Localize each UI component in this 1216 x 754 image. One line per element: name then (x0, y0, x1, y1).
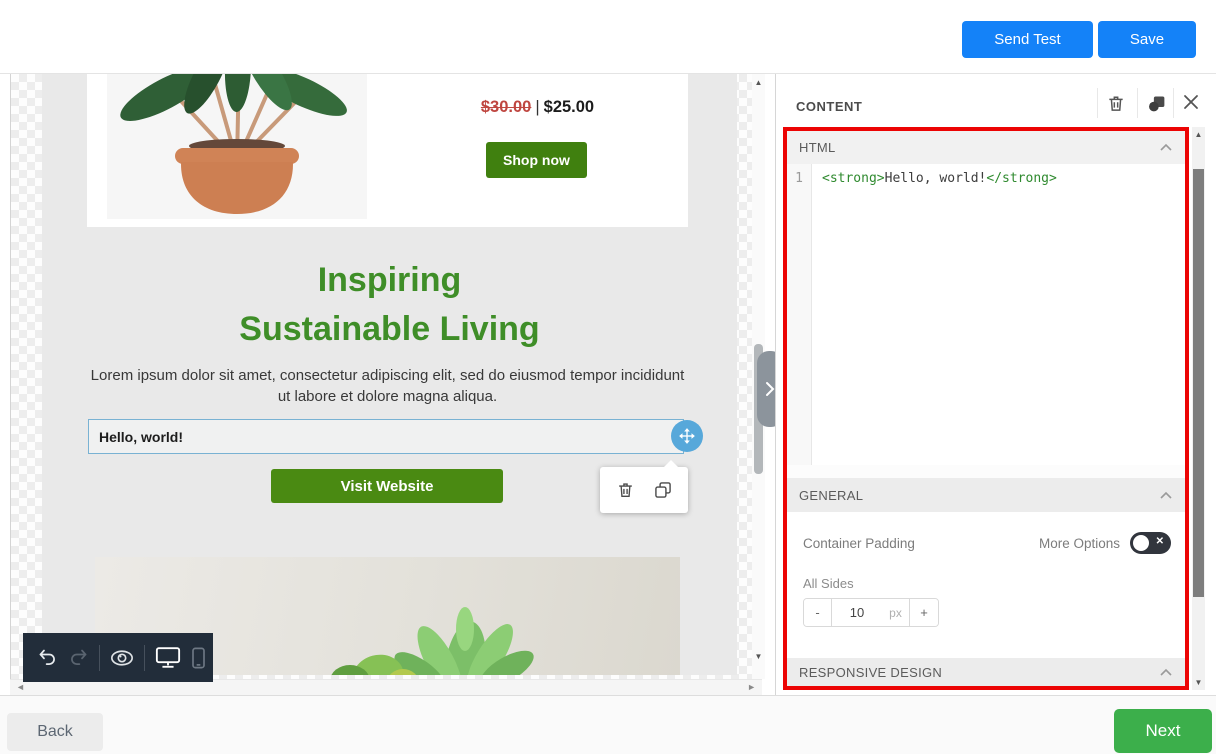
panel-scroll-thumb[interactable] (1193, 169, 1204, 597)
bottom-navigation-bar: Back Next (0, 695, 1216, 754)
padding-unit-label: px (882, 599, 910, 626)
code-close-tag: </strong> (986, 171, 1056, 186)
html-section-title: HTML (799, 140, 836, 155)
block-actions-popover (600, 467, 688, 513)
selected-html-block[interactable]: Hello, world! (88, 419, 684, 454)
scroll-down-icon[interactable]: ▼ (752, 652, 765, 661)
delete-content-icon[interactable] (1106, 93, 1128, 115)
chevron-up-icon[interactable] (1159, 491, 1173, 500)
all-sides-label: All Sides (803, 576, 854, 591)
code-gutter: 1 (787, 164, 812, 465)
responsive-section-header[interactable]: RESPONSIVE DESIGN (787, 658, 1185, 686)
general-section-header[interactable]: GENERAL (787, 478, 1185, 512)
more-options-toggle[interactable]: ✕ (1130, 532, 1171, 554)
next-button[interactable]: Next (1114, 709, 1212, 753)
header-separator (1173, 88, 1174, 118)
scroll-right-icon[interactable]: ► (747, 682, 756, 692)
panel-scrollbar[interactable]: ▲ ▼ (1192, 127, 1205, 690)
html-code-editor[interactable]: 1 <strong>Hello, world!</strong> (787, 164, 1185, 465)
header-separator (1137, 88, 1138, 118)
visit-website-button[interactable]: Visit Website (271, 469, 503, 503)
toolbar-separator (144, 645, 145, 671)
back-button[interactable]: Back (7, 713, 103, 751)
responsive-section-title: RESPONSIVE DESIGN (799, 665, 942, 680)
email-canvas: $30.00|$25.00 Shop now Inspiring Sustain… (0, 74, 775, 695)
canvas-mini-toolbar (23, 633, 213, 682)
delete-block-icon[interactable] (616, 480, 635, 500)
top-toolbar: Send Test Save (0, 0, 1216, 74)
redo-icon[interactable] (68, 647, 89, 668)
scroll-down-icon[interactable]: ▼ (1192, 678, 1205, 687)
code-open-tag: <strong> (822, 171, 885, 186)
general-section-title: GENERAL (799, 488, 863, 503)
new-price: $25.00 (544, 98, 594, 116)
padding-decrease-button[interactable]: - (804, 599, 832, 626)
highlighted-settings-region: HTML 1 <strong>Hello, world!</strong> GE… (783, 127, 1189, 690)
preview-eye-icon[interactable] (110, 649, 134, 667)
more-options-control: More Options ✕ (1039, 532, 1171, 554)
mobile-view-icon[interactable] (191, 647, 206, 669)
html-section-header[interactable]: HTML (787, 131, 1185, 164)
toolbar-separator (99, 645, 100, 671)
old-price: $30.00 (481, 98, 531, 116)
product-plant-image (107, 74, 367, 219)
save-button[interactable]: Save (1098, 21, 1196, 58)
line-number: 1 (795, 171, 803, 186)
scroll-up-icon[interactable]: ▲ (1192, 130, 1205, 139)
send-test-button[interactable]: Send Test (962, 21, 1093, 58)
panel-title: CONTENT (796, 99, 862, 114)
drag-move-handle[interactable] (671, 420, 703, 452)
section-gap (787, 465, 1185, 478)
heading-line-1: Inspiring (42, 256, 737, 305)
desktop-view-icon[interactable] (155, 646, 181, 669)
more-options-label: More Options (1039, 536, 1120, 551)
padding-increase-button[interactable]: + (910, 599, 938, 626)
code-text: Hello, world! (885, 171, 987, 186)
chevron-up-icon[interactable] (1159, 668, 1173, 677)
general-section-body: Container Padding More Options ✕ All Sid… (787, 512, 1185, 658)
toggle-off-icon: ✕ (1156, 536, 1164, 547)
code-line: <strong>Hello, world!</strong> (812, 164, 1067, 465)
padding-value-input[interactable] (832, 599, 882, 626)
chevron-up-icon[interactable] (1159, 143, 1173, 152)
selected-block-text: Hello, world! (99, 429, 183, 445)
toggle-knob (1133, 535, 1149, 551)
shop-now-button[interactable]: Shop now (486, 142, 587, 178)
email-heading: Inspiring Sustainable Living (42, 256, 737, 354)
email-preview: $30.00|$25.00 Shop now Inspiring Sustain… (42, 74, 737, 675)
heading-line-2: Sustainable Living (42, 305, 737, 354)
product-card: $30.00|$25.00 Shop now (87, 74, 688, 227)
price-separator: | (531, 98, 543, 116)
settings-panel: CONTENT HTML 1 <strong>Hello, world (775, 74, 1216, 695)
scroll-up-icon[interactable]: ▲ (752, 78, 765, 87)
scroll-left-icon[interactable]: ◄ (16, 682, 25, 692)
email-paragraph: Lorem ipsum dolor sit amet, consectetur … (87, 365, 688, 407)
header-separator (1097, 88, 1098, 118)
undo-icon[interactable] (37, 647, 58, 668)
duplicate-block-icon[interactable] (653, 480, 673, 500)
container-padding-label: Container Padding (803, 536, 915, 551)
move-icon (678, 427, 696, 445)
duplicate-content-icon[interactable] (1146, 93, 1168, 115)
close-panel-icon[interactable] (1182, 93, 1204, 115)
product-price: $30.00|$25.00 (387, 98, 688, 117)
padding-stepper: - px + (803, 598, 939, 627)
